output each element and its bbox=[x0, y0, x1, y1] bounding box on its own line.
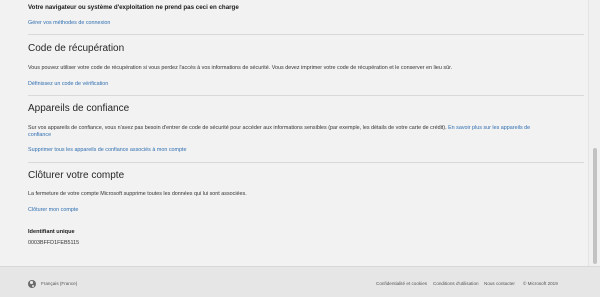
footer-link-privacy[interactable]: Confidentialité et cookies bbox=[376, 281, 427, 286]
vertical-scrollbar[interactable] bbox=[588, 0, 600, 266]
globe-icon bbox=[28, 280, 36, 288]
main-content: Votre navigateur ou système d'exploitati… bbox=[0, 0, 588, 266]
unique-id-value: 0003BFFD1FEB5115 bbox=[28, 240, 80, 246]
divider bbox=[28, 34, 584, 35]
learn-more-trusted-devices-link-cont[interactable]: confiance bbox=[28, 132, 51, 138]
footer-link-contact[interactable]: Nous contacter bbox=[484, 281, 515, 286]
recovery-code-description: Vous pouvez utiliser votre code de récup… bbox=[28, 65, 453, 71]
divider bbox=[28, 162, 584, 163]
close-account-heading: Clôturer votre compte bbox=[28, 170, 125, 181]
trusted-devices-description: Sur vos appareils de confiance, vous n'a… bbox=[28, 125, 447, 131]
close-account-link[interactable]: Clôturer mon compte bbox=[28, 207, 78, 213]
recovery-code-heading: Code de récupération bbox=[28, 43, 125, 54]
copyright: © Microsoft 2019 bbox=[523, 281, 558, 286]
footer-link-terms[interactable]: Conditions d'utilisation bbox=[433, 281, 479, 286]
divider bbox=[28, 95, 584, 96]
scrollbar-thumb[interactable] bbox=[593, 148, 597, 264]
trusted-devices-description-line: Sur vos appareils de confiance, vous n'a… bbox=[28, 125, 530, 131]
trusted-devices-heading: Appareils de confiance bbox=[28, 103, 130, 114]
learn-more-trusted-devices-link[interactable]: En savoir plus sur les appareils de bbox=[448, 125, 530, 131]
set-verification-code-link[interactable]: Définissez un code de vérification bbox=[28, 81, 108, 87]
language-selector[interactable]: Français (France) bbox=[41, 281, 77, 286]
unique-id-label: Identifiant unique bbox=[28, 229, 75, 235]
footer: Français (France) Confidentialité et coo… bbox=[0, 266, 600, 297]
manage-signin-methods-link[interactable]: Gérer vos méthodes de connexion bbox=[28, 20, 110, 26]
remove-trusted-devices-link[interactable]: Supprimer tous les appareils de confianc… bbox=[28, 147, 187, 153]
close-account-description: La fermeture de votre compte Microsoft s… bbox=[28, 191, 247, 197]
account-security-page: Votre navigateur ou système d'exploitati… bbox=[0, 0, 600, 297]
browser-unsupported-title: Votre navigateur ou système d'exploitati… bbox=[28, 4, 239, 11]
